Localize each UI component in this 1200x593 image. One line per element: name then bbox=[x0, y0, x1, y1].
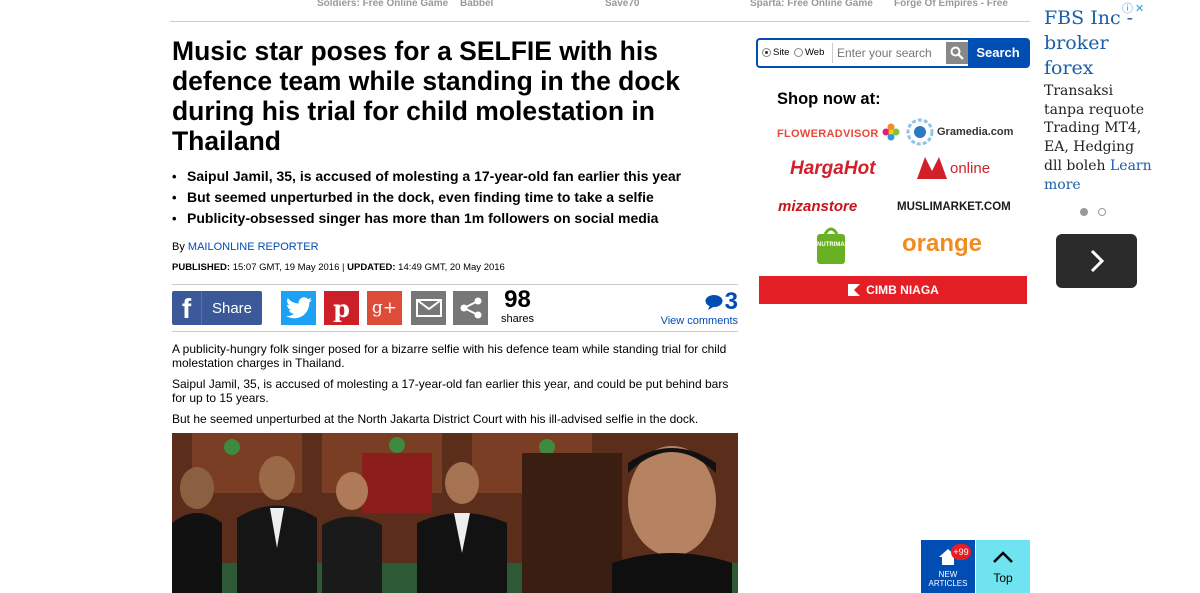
top-link[interactable]: Sparta: Free Online Game bbox=[750, 0, 873, 9]
published-label: PUBLISHED: bbox=[172, 262, 231, 273]
comments-link[interactable]: 3 View comments bbox=[661, 288, 738, 328]
article-paragraph: Saipul Jamil, 35, is accused of molestin… bbox=[172, 377, 729, 405]
pinterest-share-button[interactable]: p bbox=[324, 291, 359, 325]
ad-carousel-dots bbox=[1080, 208, 1106, 216]
comment-bubble-icon bbox=[705, 295, 723, 310]
ad-next-button[interactable] bbox=[1056, 234, 1137, 288]
radio-selected-icon bbox=[762, 48, 771, 57]
courtroom-photo-illustration bbox=[172, 433, 738, 593]
cimb-niaga-label: CIMB NIAGA bbox=[866, 283, 939, 297]
facebook-share-label: Share bbox=[211, 299, 253, 317]
store-logo-floweradvisor[interactable]: FLOWERADVISOR bbox=[777, 123, 900, 141]
email-share-button[interactable] bbox=[411, 291, 446, 325]
summary-bullet: Publicity-obsessed singer has more than … bbox=[172, 208, 742, 229]
top-link[interactable]: Babbel bbox=[460, 0, 493, 9]
store-logo-gramedia[interactable]: Gramedia.com bbox=[906, 118, 1013, 146]
search-icon[interactable] bbox=[946, 42, 968, 64]
article-paragraph: A publicity-hungry folk singer posed for… bbox=[172, 342, 727, 370]
store-logo-muslimarket[interactable]: MUSLIMARKET.COM bbox=[897, 201, 1011, 213]
ad-title-link[interactable]: FBS Inc - broker forex bbox=[1044, 6, 1134, 81]
chevron-right-icon bbox=[1090, 249, 1104, 273]
facebook-icon: f bbox=[172, 291, 202, 325]
google-plus-icon: g+ bbox=[371, 298, 398, 318]
top-link[interactable]: Soldiers: Free Online Game bbox=[317, 0, 448, 9]
author-link[interactable]: MAILONLINE REPORTER bbox=[188, 241, 319, 253]
date-separator: | bbox=[342, 262, 345, 273]
search-button[interactable]: Search bbox=[968, 40, 1028, 66]
back-to-top-button[interactable]: Top bbox=[976, 540, 1030, 593]
share-icon bbox=[460, 297, 481, 319]
cimb-logo-icon bbox=[848, 284, 861, 296]
ad-body: Transaksi tanpa requote Trading MT4, EA,… bbox=[1044, 82, 1154, 194]
carousel-dot[interactable] bbox=[1098, 208, 1106, 216]
article-summary-bullets: Saipul Jamil, 35, is accused of molestin… bbox=[172, 166, 742, 229]
article-photo[interactable] bbox=[172, 433, 738, 593]
article-headline: Music star poses for a SELFIE with his d… bbox=[172, 36, 681, 156]
updated-label: UPDATED: bbox=[347, 262, 396, 273]
search-option-web-label: Web bbox=[805, 47, 825, 58]
site-search: Site Web Search bbox=[756, 38, 1030, 68]
updated-date: 14:49 GMT, 20 May 2016 bbox=[398, 262, 505, 273]
share-bar: f Share p g+ 98 shares 3 View comments bbox=[172, 284, 738, 332]
google-plus-share-button[interactable]: g+ bbox=[367, 291, 402, 325]
radio-unselected-icon bbox=[794, 48, 803, 57]
store-logo-hargahot[interactable]: HargaHot bbox=[790, 158, 876, 180]
store-logo-orange[interactable]: orange bbox=[902, 230, 982, 258]
new-articles-badge: +99 bbox=[951, 544, 971, 560]
email-icon bbox=[415, 299, 442, 317]
carousel-dot-active[interactable] bbox=[1080, 208, 1088, 216]
twitter-share-button[interactable] bbox=[281, 291, 316, 325]
summary-bullet: Saipul Jamil, 35, is accused of molestin… bbox=[172, 166, 742, 187]
byline-prefix: By bbox=[172, 241, 185, 253]
cimb-niaga-banner[interactable]: CIMB NIAGA bbox=[759, 276, 1027, 304]
gramedia-icon bbox=[906, 118, 934, 146]
shop-now-title: Shop now at: bbox=[777, 90, 881, 108]
summary-bullet: But seemed unperturbed in the dock, even… bbox=[172, 187, 742, 208]
share-count-number: 98 bbox=[504, 286, 531, 313]
top-links-strip: Soldiers: Free Online Game Babbel Save70… bbox=[170, 0, 1030, 22]
search-input[interactable] bbox=[832, 43, 942, 63]
new-articles-label: NEW ARTICLES bbox=[928, 570, 968, 588]
facebook-share-button[interactable]: f Share bbox=[172, 291, 262, 325]
top-link[interactable]: Save70 bbox=[605, 0, 639, 9]
store-logo-mizanstore[interactable]: mizanstore bbox=[778, 198, 857, 215]
search-option-web[interactable]: Web bbox=[794, 47, 824, 58]
comment-count: 3 bbox=[724, 288, 738, 315]
more-share-button[interactable] bbox=[453, 291, 488, 325]
chevron-up-icon bbox=[993, 551, 1013, 563]
article-paragraph: But he seemed unperturbed at the North J… bbox=[172, 412, 699, 426]
search-option-site-label: Site bbox=[773, 47, 790, 58]
top-link[interactable]: Forge Of Empires - Free bbox=[894, 0, 1008, 9]
search-option-site[interactable]: Site bbox=[762, 47, 789, 58]
new-articles-button[interactable]: +99 NEW ARTICLES bbox=[921, 540, 975, 593]
published-date: 15:07 GMT, 19 May 2016 bbox=[232, 262, 340, 273]
article-dates: PUBLISHED: 15:07 GMT, 19 May 2016 | UPDA… bbox=[172, 262, 505, 273]
metrodata-icon bbox=[917, 157, 947, 179]
flower-icon bbox=[882, 123, 900, 141]
share-count-label: shares bbox=[501, 313, 535, 325]
byline: By MAILONLINE REPORTER bbox=[172, 241, 319, 253]
share-count: 98 shares bbox=[501, 286, 535, 326]
store-logo-nutrimart[interactable]: NUTRIMART bbox=[815, 226, 853, 264]
store-logo-metrodata-online[interactable]: online bbox=[915, 155, 990, 181]
back-to-top-label: Top bbox=[993, 571, 1013, 585]
twitter-icon bbox=[285, 297, 312, 319]
pinterest-icon: p bbox=[333, 293, 350, 323]
close-icon[interactable]: ✕ bbox=[1135, 3, 1144, 15]
view-comments-link[interactable]: View comments bbox=[661, 315, 738, 327]
